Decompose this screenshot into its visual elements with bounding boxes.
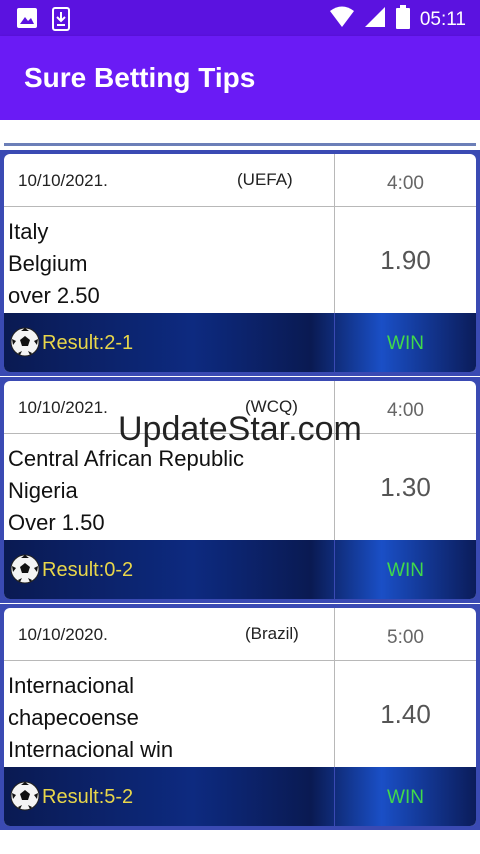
odds-cell: 1.40: [335, 661, 476, 767]
clock-text: 05:11: [419, 9, 466, 30]
date-cell: 10/10/2021. (UEFA): [4, 154, 335, 207]
home-team: Central African Republic: [8, 446, 245, 471]
tip-date: 10/10/2021.: [18, 398, 108, 417]
tip-date: 10/10/2020.: [18, 625, 108, 644]
date-cell: 10/10/2020. (Brazil): [4, 608, 335, 661]
result-bar: Result:2-1 WIN: [4, 313, 476, 372]
soccer-ball-icon: [10, 781, 40, 811]
outcome-badge: WIN: [387, 333, 424, 354]
tip-card[interactable]: 10/10/2020. (Brazil) 5:00 Internacional …: [0, 604, 480, 830]
prediction: over 2.50: [8, 283, 100, 308]
time-cell: 4:00: [335, 154, 476, 207]
app-title: Sure Betting Tips: [24, 62, 256, 93]
match-cell: Internacional chapecoense Internacional …: [4, 661, 335, 767]
result-text: Result:0-2: [42, 559, 134, 581]
odds-value: 1.40: [380, 699, 431, 729]
outcome-badge: WIN: [387, 787, 424, 808]
app-bar: Sure Betting Tips: [0, 36, 480, 120]
wifi-icon: [329, 6, 354, 34]
match-cell: Central African Republic Nigeria Over 1.…: [4, 434, 335, 540]
away-team: Belgium: [8, 251, 88, 276]
soccer-ball-icon: [10, 327, 40, 357]
result-text: Result:5-2: [42, 786, 134, 808]
away-team: chapecoense: [8, 705, 139, 730]
result-bar: Result:5-2 WIN: [4, 767, 476, 826]
prediction: Over 1.50: [8, 510, 105, 535]
gallery-notification-icon: [16, 7, 38, 36]
soccer-ball-icon: [10, 554, 40, 584]
tip-league: (Brazil): [245, 624, 299, 643]
odds-value: 1.30: [380, 472, 431, 502]
battery-icon: [395, 5, 410, 35]
tip-card[interactable]: 10/10/2021. (UEFA) 4:00 Italy Belgium ov…: [0, 150, 480, 376]
time-cell: 5:00: [335, 608, 476, 661]
odds-value: 1.90: [380, 245, 431, 275]
tip-time: 4:00: [387, 173, 424, 194]
home-team: Internacional: [8, 673, 134, 698]
list-bottom-space: [0, 830, 480, 854]
tip-time: 5:00: [387, 627, 424, 648]
away-team: Nigeria: [8, 478, 78, 503]
odds-cell: 1.90: [335, 207, 476, 313]
status-bar: 05:11: [0, 0, 480, 36]
match-cell: Italy Belgium over 2.50: [4, 207, 335, 313]
signal-icon: [364, 6, 386, 34]
previous-card-edge: [0, 120, 480, 146]
home-team: Italy: [8, 219, 49, 244]
result-text: Result:2-1: [42, 332, 134, 354]
result-bar: Result:0-2 WIN: [4, 540, 476, 599]
watermark-text: UpdateStar.com: [118, 410, 362, 448]
tip-date: 10/10/2021.: [18, 171, 108, 190]
download-notification-icon: [52, 7, 70, 36]
outcome-badge: WIN: [387, 560, 424, 581]
tip-league: (UEFA): [237, 170, 293, 189]
prediction: Internacional win: [8, 737, 174, 762]
odds-cell: 1.30: [335, 434, 476, 540]
